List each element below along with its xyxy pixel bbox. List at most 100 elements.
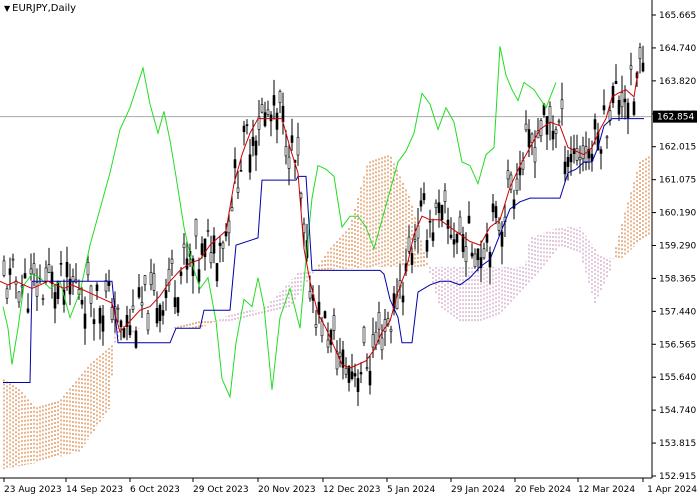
bearish-candle (422, 193, 426, 201)
bullish-candle (149, 272, 153, 285)
y-tick-label: 161.075 (659, 176, 696, 186)
bullish-candle (221, 242, 225, 249)
bullish-candle (230, 207, 234, 212)
symbol-label: EURJPY,Daily (12, 3, 77, 14)
y-tick-label: 155.640 (659, 373, 696, 383)
y-tick-label: 164.740 (659, 44, 696, 54)
dropdown-triangle-icon[interactable]: ▼ (4, 4, 10, 13)
bearish-candle (26, 308, 30, 313)
bullish-candle (515, 178, 519, 191)
chart-area[interactable]: 165.665164.740163.820162.895162.015161.0… (0, 0, 700, 500)
bullish-candle (371, 334, 375, 348)
bearish-candle (425, 240, 429, 252)
bullish-candle (131, 305, 135, 310)
bearish-candle (476, 248, 480, 261)
bullish-candle (497, 222, 501, 231)
bearish-candle (53, 292, 57, 309)
bullish-candle (17, 291, 21, 303)
y-tick-label: 158.365 (659, 274, 696, 284)
kijun-sen-line (3, 118, 644, 383)
bearish-candle (437, 202, 441, 214)
bearish-candle (269, 114, 273, 122)
x-tick-label: 5 Jan 2024 (387, 485, 435, 495)
x-tick-label: 29 Jan 2024 (451, 485, 505, 495)
bearish-candle (173, 297, 177, 308)
bearish-candle (158, 304, 162, 321)
bullish-candle (620, 92, 624, 108)
bullish-candle (104, 280, 108, 292)
bearish-candle (593, 119, 597, 130)
bearish-candle (440, 204, 444, 220)
bearish-candle (275, 112, 279, 130)
bearish-candle (569, 153, 573, 163)
bearish-candle (242, 125, 246, 133)
bearish-candle (428, 220, 432, 223)
price-axis: 165.665164.740163.820162.895162.015161.0… (652, 11, 696, 482)
bearish-candle (446, 219, 450, 229)
bullish-candle (464, 246, 468, 263)
bullish-candle (629, 65, 633, 70)
bearish-candle (200, 243, 204, 255)
bullish-candle (152, 273, 156, 291)
time-axis: 23 Aug 2023 14 Sep 2023 6 Oct 2023 29 Oct 2… (3, 478, 697, 495)
bearish-candle (80, 299, 84, 305)
bullish-candle (434, 202, 438, 208)
bullish-candle (266, 109, 270, 115)
bearish-candle (218, 242, 222, 246)
bearish-candle (623, 98, 627, 103)
bullish-candle (47, 264, 51, 273)
indicator-lines (0, 46, 644, 399)
bullish-candle (194, 219, 198, 237)
bearish-candle (137, 287, 141, 298)
bullish-candle (32, 263, 36, 275)
bearish-candle (50, 271, 54, 285)
bullish-candle (554, 129, 558, 134)
bullish-candle (41, 298, 45, 300)
bullish-candle (581, 145, 585, 160)
bearish-candle (239, 170, 243, 172)
bearish-candle (59, 263, 63, 265)
bearish-candle (323, 311, 327, 319)
bullish-candle (287, 156, 291, 169)
bullish-candle (2, 260, 6, 276)
bullish-candle (377, 311, 381, 330)
bearish-candle (185, 258, 189, 270)
y-tick-label: 165.665 (659, 11, 696, 21)
bullish-candle (11, 258, 15, 261)
bearish-candle (122, 327, 126, 338)
bearish-candle (251, 136, 255, 146)
bullish-candle (548, 105, 552, 123)
bullish-candle (89, 285, 93, 304)
bearish-candle (272, 95, 276, 106)
bearish-candle (419, 200, 423, 207)
y-tick-label: 153.815 (659, 439, 696, 449)
bullish-candle (557, 120, 561, 123)
bearish-candle (128, 325, 132, 336)
bullish-candle (362, 326, 366, 344)
bearish-candle (431, 232, 435, 241)
current-price-label: 162.854 (657, 113, 694, 123)
bearish-candle (95, 284, 99, 291)
x-tick-label: 20 Nov 2023 (258, 485, 316, 495)
bullish-candle (578, 156, 582, 161)
bearish-candle (356, 378, 360, 392)
bearish-candle (8, 268, 12, 275)
y-tick-label: 152.915 (659, 472, 696, 482)
ichimoku-chart: 165.665164.740163.820162.895162.015161.0… (0, 0, 697, 495)
y-tick-label: 160.190 (659, 209, 696, 219)
bullish-candle (296, 136, 300, 156)
bearish-candle (617, 100, 621, 115)
bullish-candle (143, 275, 147, 285)
bearish-candle (197, 269, 201, 282)
bearish-candle (626, 102, 630, 119)
bullish-candle (146, 313, 150, 331)
y-tick-label: 162.015 (659, 143, 696, 153)
bullish-candle (5, 288, 9, 299)
bearish-candle (224, 231, 228, 237)
bullish-candle (314, 324, 318, 328)
y-tick-label: 159.290 (659, 242, 696, 252)
bullish-candle (482, 248, 486, 259)
bearish-candle (179, 271, 183, 276)
bullish-candle (206, 230, 210, 232)
bearish-candle (641, 62, 645, 72)
